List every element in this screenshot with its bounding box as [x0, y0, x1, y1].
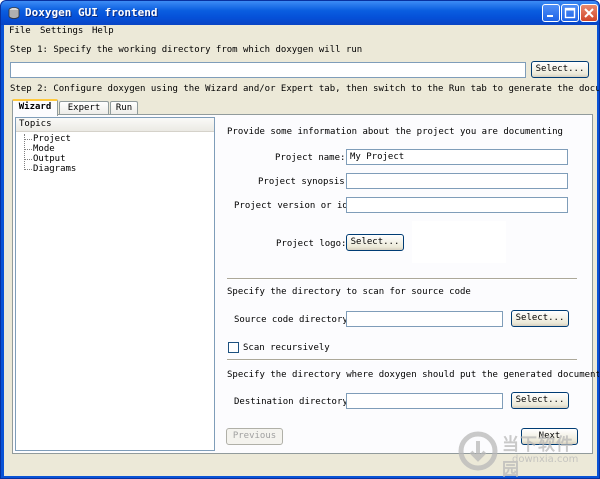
menu-settings[interactable]: Settings	[40, 26, 83, 36]
tree-branch	[24, 139, 32, 140]
project-version-label: Project version or id:	[234, 201, 354, 211]
working-directory-select-button[interactable]: Select...	[531, 61, 589, 78]
close-icon	[584, 8, 594, 18]
previous-button[interactable]: Previous	[226, 428, 283, 445]
project-name-label: Project name:	[275, 153, 346, 163]
project-logo-preview	[412, 221, 506, 263]
menu-help[interactable]: Help	[92, 26, 114, 36]
minimize-icon	[547, 15, 553, 17]
project-heading: Provide some information about the proje…	[227, 127, 563, 137]
tab-wizard[interactable]: Wizard	[12, 99, 58, 116]
destination-dir-label: Destination directory:	[234, 397, 354, 407]
wizard-pane: Topics Project Mode Output Diagrams Prov…	[12, 114, 599, 454]
topic-output[interactable]: Output	[33, 154, 66, 164]
maximize-button[interactable]	[561, 4, 579, 22]
project-logo-select-button[interactable]: Select...	[346, 234, 404, 251]
tab-run[interactable]: Run	[110, 101, 138, 115]
close-button[interactable]	[580, 4, 598, 22]
minimize-button[interactable]	[542, 4, 560, 22]
topic-diagrams[interactable]: Diagrams	[33, 164, 76, 174]
scan-recursively-label: Scan recursively	[243, 343, 330, 353]
project-logo-label: Project logo:	[276, 239, 347, 249]
menu-file[interactable]: File	[9, 26, 31, 36]
app-window: Doxygen GUI frontend File Settings Help …	[0, 0, 600, 479]
project-name-input[interactable]	[346, 149, 568, 165]
destination-dir-input[interactable]	[346, 393, 503, 409]
project-version-input[interactable]	[346, 197, 568, 213]
source-dir-label: Source code directory:	[234, 315, 354, 325]
topics-tree[interactable]: Topics Project Mode Output Diagrams	[15, 117, 215, 451]
title-bar[interactable]: Doxygen GUI frontend	[1, 1, 599, 25]
tab-expert[interactable]: Expert	[59, 101, 109, 115]
working-directory-input[interactable]	[10, 62, 526, 78]
topic-project[interactable]: Project	[33, 134, 71, 144]
tree-branch	[24, 149, 32, 150]
source-dir-select-button[interactable]: Select...	[511, 310, 569, 327]
app-icon	[8, 7, 20, 19]
tree-branch	[24, 169, 32, 170]
watermark-url: downxia.com	[512, 454, 579, 465]
topics-header: Topics	[16, 118, 214, 132]
menu-bar: File Settings Help	[4, 25, 597, 39]
client-area: File Settings Help Step 1: Specify the w…	[4, 25, 600, 478]
destination-heading: Specify the directory where doxygen shou…	[227, 370, 600, 380]
watermark-logo-icon	[458, 431, 498, 471]
topic-mode[interactable]: Mode	[33, 144, 55, 154]
source-heading: Specify the directory to scan for source…	[227, 287, 471, 297]
tree-branch	[24, 159, 32, 160]
destination-dir-select-button[interactable]: Select...	[511, 392, 569, 409]
window-title: Doxygen GUI frontend	[25, 6, 158, 19]
step1-label: Step 1: Specify the working directory fr…	[10, 45, 363, 55]
scan-recursively-checkbox[interactable]	[228, 342, 239, 353]
maximize-icon	[564, 7, 576, 19]
project-synopsis-label: Project synopsis:	[258, 177, 351, 187]
separator	[227, 278, 577, 280]
separator	[227, 359, 577, 361]
source-dir-input[interactable]	[346, 311, 503, 327]
watermark: 当下软件园 downxia.com	[456, 428, 591, 478]
project-synopsis-input[interactable]	[346, 173, 568, 189]
step2-label: Step 2: Configure doxygen using the Wiza…	[10, 84, 600, 94]
